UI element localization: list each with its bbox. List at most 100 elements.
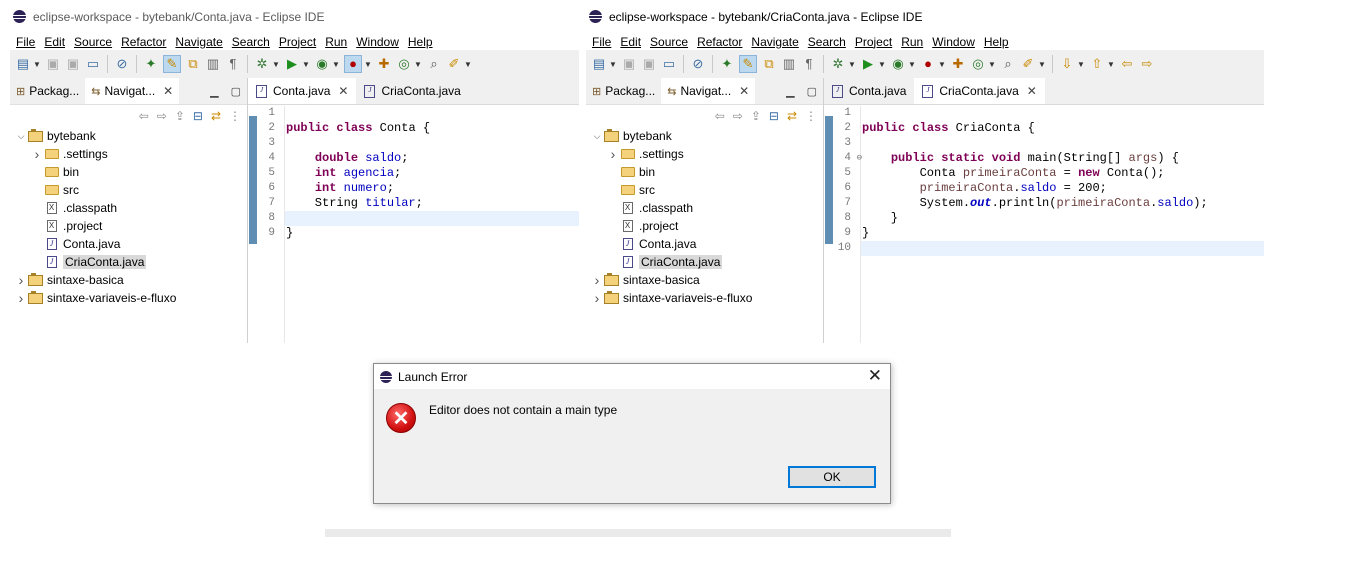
menu-file[interactable]: File — [588, 35, 616, 49]
tree-item[interactable]: ⌵ bytebank — [10, 127, 247, 145]
code-line[interactable]: double saldo; — [285, 151, 579, 166]
tab-package-explorer[interactable]: ⊞ Packag... — [10, 78, 85, 104]
tree-item[interactable]: src — [10, 181, 247, 199]
menu-window[interactable]: Window — [928, 35, 980, 49]
tree-item[interactable]: ⌵ bytebank — [586, 127, 823, 145]
new-dropdown-icon[interactable]: ▼ — [33, 60, 41, 69]
code-line[interactable] — [861, 106, 1264, 121]
code-line[interactable]: Conta primeiraConta = new Conta(); — [861, 166, 1264, 181]
coverage-dropdown-icon[interactable]: ▼ — [332, 60, 340, 69]
editor-tab[interactable]: J Conta.java — [824, 78, 914, 104]
code-line[interactable] — [285, 211, 579, 226]
debug-dropdown-icon[interactable]: ▼ — [848, 60, 856, 69]
minimize-icon[interactable]: ▁ — [210, 85, 218, 98]
open-type-icon[interactable]: ✦ — [719, 56, 735, 72]
code-line[interactable]: } — [861, 226, 1264, 241]
forward-icon[interactable]: ⇨ — [1139, 56, 1155, 72]
forward-icon[interactable]: ⇨ — [733, 109, 743, 123]
collapse-all-icon[interactable]: ⊟ — [769, 109, 779, 123]
ok-button[interactable]: OK — [788, 466, 876, 488]
code-line[interactable] — [285, 106, 579, 121]
new-class-icon[interactable]: ◎ — [396, 56, 412, 72]
code-line[interactable]: String titular; — [285, 196, 579, 211]
new-icon[interactable]: ▤ — [15, 56, 31, 72]
coverage-icon[interactable]: ◉ — [314, 56, 330, 72]
tree-item[interactable]: › .settings — [586, 145, 823, 163]
toggle-block-icon[interactable]: ⧉ — [761, 56, 777, 72]
debug-icon[interactable]: ✲ — [254, 56, 270, 72]
code-line[interactable] — [861, 241, 1264, 256]
code-text[interactable]: public class Conta { double saldo; int a… — [285, 106, 579, 241]
open-task-icon[interactable]: ⌕ — [426, 56, 442, 72]
run-dropdown-icon[interactable]: ▼ — [878, 60, 886, 69]
new-dropdown-icon[interactable]: ▼ — [609, 60, 617, 69]
mark-occurrences-icon[interactable]: ✎ — [163, 55, 181, 73]
chevron-down-icon[interactable]: ⌵ — [14, 131, 28, 142]
code-line[interactable]: } — [285, 226, 579, 241]
tree-item[interactable]: X .classpath — [10, 199, 247, 217]
tree-item[interactable]: › sintaxe-basica — [586, 271, 823, 289]
menu-help[interactable]: Help — [980, 35, 1014, 49]
code-line[interactable]: primeiraConta.saldo = 200; — [861, 181, 1264, 196]
open-type-icon[interactable]: ✦ — [143, 56, 159, 72]
search-dropdown-icon[interactable]: ▼ — [464, 60, 472, 69]
menu-source[interactable]: Source — [646, 35, 693, 49]
minimize-icon[interactable]: ▁ — [786, 85, 794, 98]
external-tools-dropdown-icon[interactable]: ▼ — [938, 60, 946, 69]
code-line[interactable]: System.out.println(primeiraConta.saldo); — [861, 196, 1264, 211]
terminal-icon[interactable]: ▭ — [661, 56, 677, 72]
maximize-icon[interactable]: ▢ — [807, 85, 817, 98]
close-icon[interactable]: ✕ — [338, 84, 348, 98]
show-whitespace-icon[interactable]: ¶ — [801, 56, 817, 72]
new-icon[interactable]: ▤ — [591, 56, 607, 72]
tree-item[interactable]: bin — [10, 163, 247, 181]
external-tools-icon[interactable]: ● — [344, 55, 362, 73]
chevron-right-icon[interactable]: › — [590, 290, 604, 306]
save-all-icon[interactable]: ▣ — [65, 56, 81, 72]
new-class-dropdown-icon[interactable]: ▼ — [414, 60, 422, 69]
code-line[interactable]: public class CriaConta { — [861, 121, 1264, 136]
next-annotation-icon[interactable]: ⇩ — [1059, 56, 1075, 72]
menu-search[interactable]: Search — [804, 35, 851, 49]
tree-item[interactable]: › sintaxe-variaveis-e-fluxo — [586, 289, 823, 307]
chevron-right-icon[interactable]: › — [14, 272, 28, 288]
tree-item[interactable]: X .classpath — [586, 199, 823, 217]
editor-tab[interactable]: J CriaConta.java ✕ — [914, 78, 1045, 104]
tree-item[interactable]: › .settings — [10, 145, 247, 163]
back-icon[interactable]: ⇦ — [139, 109, 149, 123]
menu-refactor[interactable]: Refactor — [693, 35, 747, 49]
code-editor[interactable]: 1 2 3 4 5 6 7 8 9 public class Conta { double sa… — [248, 106, 579, 343]
tab-navigator[interactable]: ⇆ Navigat... ✕ — [85, 78, 180, 104]
tree-item[interactable]: J Conta.java — [586, 235, 823, 253]
view-menu-icon[interactable]: ⋮ — [229, 109, 241, 123]
back-icon[interactable]: ⇦ — [1119, 56, 1135, 72]
chevron-down-icon[interactable]: ⌵ — [590, 131, 604, 142]
run-icon[interactable]: ▶ — [860, 56, 876, 72]
menu-file[interactable]: File — [12, 35, 40, 49]
new-package-icon[interactable]: ✚ — [376, 56, 392, 72]
previous-annotation-icon[interactable]: ⇧ — [1089, 56, 1105, 72]
code-line[interactable]: public class Conta { — [285, 121, 579, 136]
save-icon[interactable]: ▣ — [621, 56, 637, 72]
code-line[interactable]: int numero; — [285, 181, 579, 196]
chevron-right-icon[interactable]: › — [606, 146, 620, 162]
tree-item[interactable]: X .project — [10, 217, 247, 235]
terminal-icon[interactable]: ▭ — [85, 56, 101, 72]
tree-item[interactable]: J CriaConta.java — [10, 253, 247, 271]
skip-breakpoints-icon[interactable]: ⊘ — [690, 56, 706, 72]
code-text[interactable]: public class CriaConta { public static v… — [861, 106, 1264, 256]
tab-navigator[interactable]: ⇆ Navigat... ✕ — [661, 78, 756, 104]
breadcrumb-icon[interactable]: ▥ — [205, 56, 221, 72]
collapse-all-icon[interactable]: ⊟ — [193, 109, 203, 123]
menu-search[interactable]: Search — [228, 35, 275, 49]
new-package-icon[interactable]: ✚ — [950, 56, 966, 72]
code-line[interactable]: int agencia; — [285, 166, 579, 181]
run-dropdown-icon[interactable]: ▼ — [302, 60, 310, 69]
tree-item[interactable]: › sintaxe-variaveis-e-fluxo — [10, 289, 247, 307]
mark-occurrences-icon[interactable]: ✎ — [739, 55, 757, 73]
link-editor-icon[interactable]: ⇄ — [787, 109, 797, 123]
search-dropdown-icon[interactable]: ▼ — [1038, 60, 1046, 69]
skip-breakpoints-icon[interactable]: ⊘ — [114, 56, 130, 72]
up-icon[interactable]: ⇪ — [751, 109, 761, 123]
menu-edit[interactable]: Edit — [616, 35, 646, 49]
